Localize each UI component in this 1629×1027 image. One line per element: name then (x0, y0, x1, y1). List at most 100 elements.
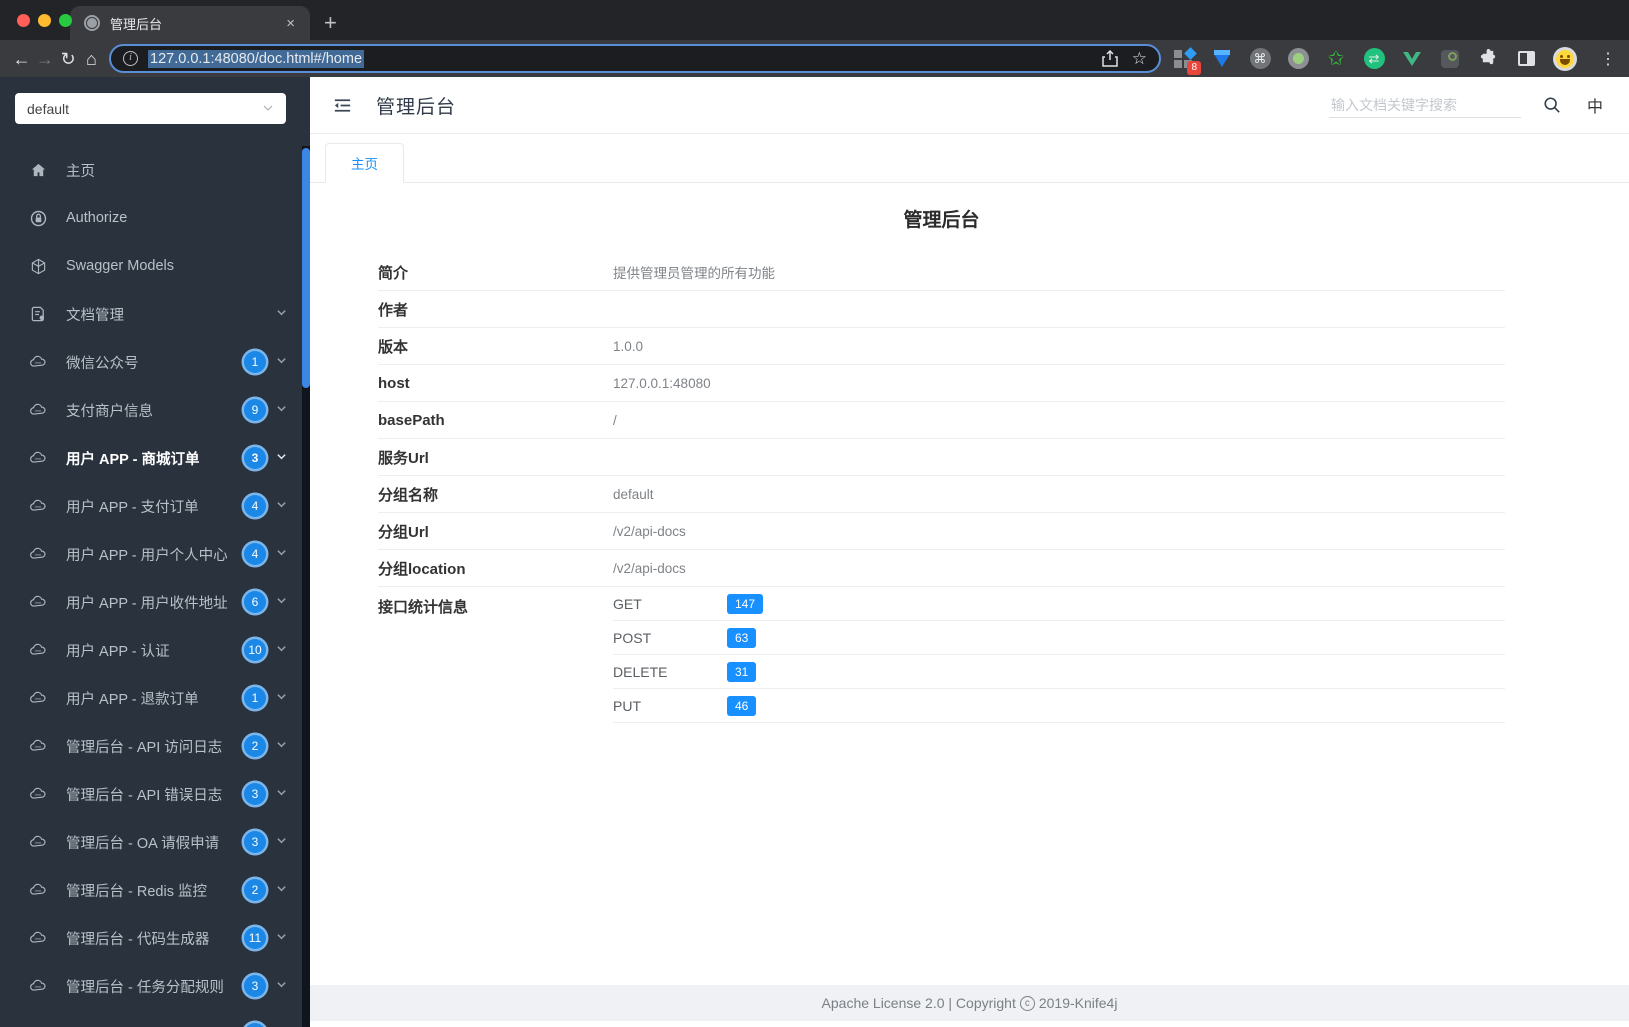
count-badge: 6 (244, 591, 266, 613)
row-value: /v2/api-docs (613, 560, 686, 576)
tab-home[interactable]: 主页 (325, 143, 404, 183)
back-button[interactable]: ← (10, 50, 33, 68)
count-badge: 10 (244, 639, 266, 661)
share-icon[interactable] (1102, 50, 1118, 67)
new-tab-button[interactable]: + (324, 12, 337, 34)
site-info-icon[interactable]: i (123, 51, 138, 66)
main-panel: 管理后台 中 主页 管理后台 简介 (310, 77, 1629, 1027)
chevron-down-icon (276, 930, 288, 946)
chevron-down-icon (276, 882, 288, 898)
search-icon[interactable] (1543, 96, 1561, 114)
sidebar-item-label: 用户 APP - 认证 (66, 643, 170, 660)
side-panel-icon[interactable] (1515, 48, 1537, 70)
minimize-window-button[interactable] (38, 14, 51, 27)
language-toggle[interactable]: 中 (1587, 93, 1603, 117)
browser-window: 管理后台 × + ← → ↻ ⌂ i 127.0.0.1:48080/doc.h… (0, 0, 1629, 1027)
http-method-label: POST (613, 629, 652, 646)
sketch-gem-icon[interactable] (1211, 48, 1233, 70)
sidebar-item-api-group[interactable]: 管理后台 - API 访问日志 2 (0, 722, 302, 770)
count-badge: 2 (244, 735, 266, 757)
sidebar-item-label: 管理后台 - 任务分配规则 (66, 979, 224, 996)
reload-button[interactable]: ↻ (57, 50, 80, 68)
sidebar-item-api-group[interactable]: 管理后台 - … (0, 1010, 302, 1027)
forward-button[interactable]: → (33, 50, 56, 68)
sidebar-item-api-group[interactable]: 微信公众号 1 (0, 338, 302, 386)
sidebar-item-api-group[interactable]: 用户 APP - 用户收件地址 6 (0, 578, 302, 626)
sidebar-item-api-group[interactable]: 用户 APP - 支付订单 4 (0, 482, 302, 530)
sidebar-item-api-group[interactable]: 支付商户信息 9 (0, 386, 302, 434)
sidebar-item-home[interactable]: 主页 (0, 146, 302, 194)
sidebar-item-api-group[interactable]: 管理后台 - Redis 监控 2 (0, 866, 302, 914)
api-cloud-icon (29, 881, 47, 899)
count-badge: 3 (244, 831, 266, 853)
sidebar-item-label: 管理后台 - OA 请假申请 (66, 835, 220, 852)
model-cube-icon (29, 257, 47, 275)
sidebar-item-api-group[interactable]: 用户 APP - 用户个人中心 4 (0, 530, 302, 578)
tab-title: 管理后台 (110, 16, 163, 32)
sync-circle-icon[interactable]: ⇄ (1363, 48, 1385, 70)
doc-search-input[interactable] (1328, 92, 1521, 118)
sidebar-item-label: 用户 APP - 退款订单 (66, 691, 199, 708)
row-label: host (378, 374, 410, 392)
api-cloud-icon (29, 689, 47, 707)
info-table-row: 简介 提供管理员管理的所有功能 (378, 254, 1505, 291)
group-select[interactable]: default (15, 93, 286, 124)
vue-devtools-icon[interactable] (1401, 48, 1423, 70)
method-count-badge: 46 (727, 695, 757, 716)
api-stat-row: DELETE 31 (613, 655, 1505, 689)
browser-tab[interactable]: 管理后台 × (70, 6, 310, 40)
api-cloud-icon (29, 593, 47, 611)
address-bar[interactable]: i 127.0.0.1:48080/doc.html#/home ☆ (109, 44, 1161, 73)
recorder-circle-icon[interactable] (1287, 48, 1309, 70)
row-label: 分组location (378, 560, 466, 578)
api-stat-row: PUT 46 (613, 689, 1505, 723)
sidebar-item-api-group[interactable]: 用户 APP - 商城订单 3 (0, 434, 302, 482)
screen-capture-icon[interactable] (1439, 48, 1461, 70)
api-stats-table: GET 147 POST 63 DELETE 31 PUT 46 (613, 587, 1505, 723)
command-circle-icon[interactable]: ⌘ (1249, 48, 1271, 70)
sidebar-item-doc-manage[interactable]: 文档管理 (0, 290, 302, 338)
doc-title: 管理后台 (903, 210, 980, 231)
collapse-sidebar-icon[interactable] (332, 95, 353, 116)
api-stat-row: POST 63 (613, 621, 1505, 655)
bookmark-star-icon[interactable]: ☆ (1132, 49, 1147, 69)
row-value: 127.0.0.1:48080 (613, 375, 711, 391)
zoom-window-button[interactable] (59, 14, 72, 27)
sidebar-item-authorize[interactable]: Authorize (0, 194, 302, 242)
puzzle-extensions-icon[interactable] (1477, 48, 1499, 70)
info-table-row: 版本 1.0.0 (378, 328, 1505, 365)
row-label: basePath (378, 411, 445, 429)
sidebar-item-label: 文档管理 (66, 307, 124, 324)
row-label: 服务Url (378, 449, 429, 467)
chevron-down-icon (276, 354, 288, 370)
document-gear-icon (29, 305, 47, 323)
sidebar-item-api-group[interactable]: 用户 APP - 退款订单 1 (0, 674, 302, 722)
green-star-icon[interactable]: ✩ (1325, 48, 1347, 70)
home-icon (29, 161, 47, 179)
profile-avatar[interactable] (1553, 46, 1577, 71)
sidebar-item-label: 管理后台 - Redis 监控 (66, 883, 207, 900)
sidebar-item-label: 用户 APP - 支付订单 (66, 499, 199, 516)
workona-grid-icon[interactable]: 8 (1173, 46, 1201, 75)
close-window-button[interactable] (17, 14, 30, 27)
sidebar-item-api-group[interactable]: 管理后台 - OA 请假申请 3 (0, 818, 302, 866)
chevron-down-icon (276, 306, 288, 322)
api-stats-row: 接口统计信息 GET 147 POST 63 DELETE 31 PUT 46 (378, 587, 1505, 723)
api-stat-row: GET 147 (613, 587, 1505, 621)
sidebar-scrollbar-thumb[interactable] (302, 148, 310, 388)
sidebar-item-api-group[interactable]: 管理后台 - API 错误日志 3 (0, 770, 302, 818)
home-button[interactable]: ⌂ (80, 50, 103, 68)
browser-tab-strip: 管理后台 × + (0, 0, 1629, 40)
footer-license-text: Apache License 2.0 | Copyright (821, 995, 1016, 1011)
menu-kebab-icon[interactable]: ⋮ (1597, 48, 1619, 70)
sidebar-item-swagger-models[interactable]: Swagger Models (0, 242, 302, 290)
sidebar-item-api-group[interactable]: 管理后台 - 代码生成器 11 (0, 914, 302, 962)
sidebar-item-api-group[interactable]: 用户 APP - 认证 10 (0, 626, 302, 674)
url-text[interactable]: 127.0.0.1:48080/doc.html#/home (148, 49, 365, 68)
http-method-label: DELETE (613, 663, 668, 680)
tab-close-icon[interactable]: × (281, 13, 300, 34)
row-label: 分组名称 (378, 486, 439, 504)
sidebar-item-api-group[interactable]: 管理后台 - 任务分配规则 3 (0, 962, 302, 1010)
sidebar-item-label: 主页 (66, 163, 95, 180)
sidebar-item-label: Swagger Models (66, 258, 174, 274)
